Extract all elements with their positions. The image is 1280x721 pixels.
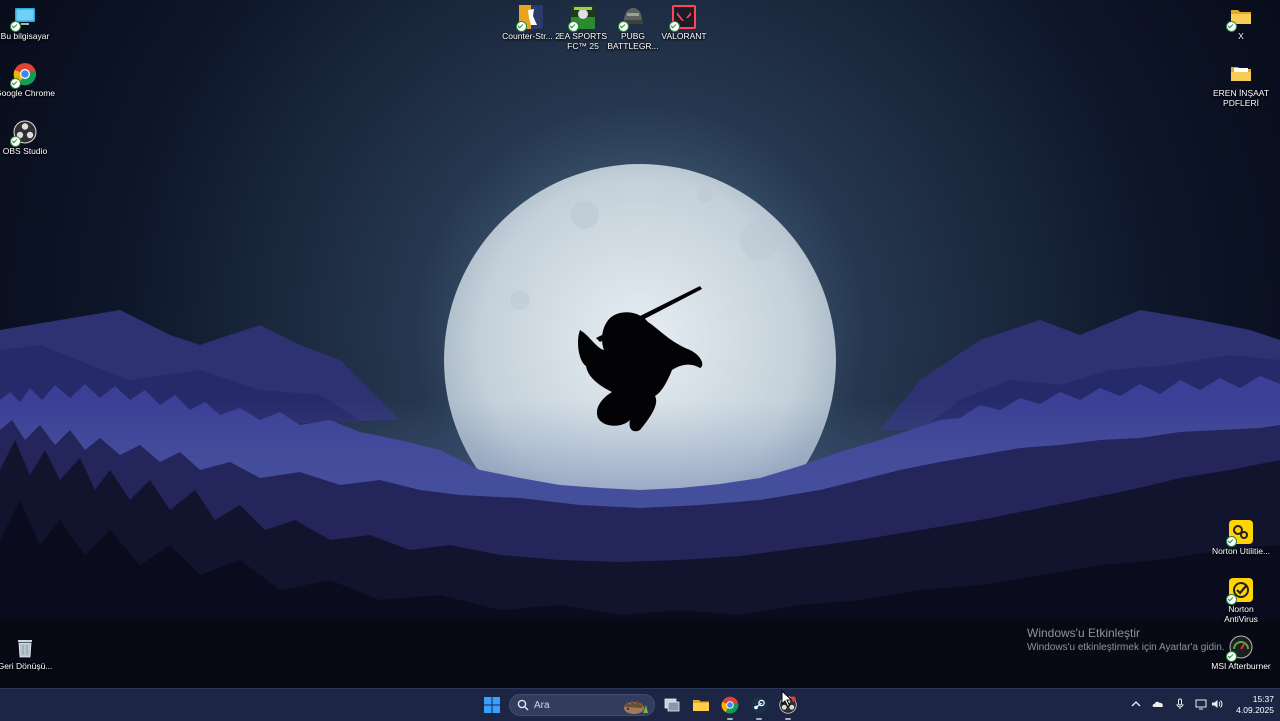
desktop-icon-obs-studio[interactable]: OBS Studio: [0, 120, 55, 156]
chrome-taskbar-button[interactable]: [718, 693, 742, 720]
desktop-icon-this-pc[interactable]: Bu bilgisayar: [0, 5, 55, 41]
desktop-icon-label: Geri Dönüşü...: [0, 661, 53, 671]
desktop-icon-recycle-bin[interactable]: Geri Dönüşü...: [0, 635, 55, 671]
file-explorer-icon: [693, 700, 709, 711]
shortcut-badge: [1226, 536, 1237, 547]
shortcut-badge: [10, 136, 21, 147]
desktop-wallpaper: [0, 0, 1280, 688]
shortcut-badge: [10, 78, 21, 89]
chrome-icon: [10, 62, 37, 89]
msi-afterburner-icon: [1226, 635, 1253, 662]
norton-antivirus-icon: [1226, 578, 1253, 605]
desktop-icon-folder-x[interactable]: X: [1211, 5, 1271, 41]
desktop-icon-label: Bu bilgisayar: [0, 31, 50, 41]
obs-icon: [10, 120, 37, 147]
onedrive-tray-button[interactable]: [1151, 697, 1165, 711]
desktop-icon-label: Norton AntiVirus: [1224, 604, 1258, 624]
volume-tray-button[interactable]: [1210, 697, 1224, 711]
desktop-icon-norton-utilities[interactable]: Norton Utilitie...: [1211, 520, 1271, 556]
shortcut-badge: [669, 21, 680, 32]
shortcut-badge: [618, 21, 629, 32]
shortcut-badge: [1226, 594, 1237, 605]
file-explorer-button[interactable]: [689, 693, 713, 717]
taskbar-search-box[interactable]: [509, 694, 655, 716]
ea-sports-fc-icon: [568, 5, 595, 32]
onedrive-icon: [1152, 701, 1163, 707]
desktop-icon-label: MSI Afterburner: [1211, 661, 1271, 671]
shortcut-badge: [568, 21, 579, 32]
shortcut-badge: [10, 21, 21, 32]
folder-icon: [1226, 5, 1253, 32]
show-hidden-icons-button[interactable]: [1129, 697, 1143, 711]
windows-activation-watermark: Windows'u Etkinleştir Windows'u etkinleş…: [1027, 626, 1225, 653]
shortcut-badge: [516, 21, 527, 32]
task-view-icon: [664, 698, 680, 712]
folder-icon: [1229, 62, 1253, 86]
start-icon: [484, 697, 500, 713]
search-highlight-hedgehog-icon: [624, 700, 648, 714]
chrome-icon: [721, 696, 739, 714]
task-view-button[interactable]: [660, 693, 684, 717]
mouse-cursor-icon: [781, 690, 793, 708]
desktop-icon-norton-antivirus[interactable]: Norton AntiVirus: [1211, 578, 1271, 624]
desktop-icon-label: VALORANT: [661, 31, 707, 41]
valorant-icon: [669, 5, 696, 32]
computer-icon: [10, 5, 37, 32]
desktop-icon-label: EREN İNŞAAT PDFLERİ: [1212, 88, 1270, 108]
norton-utilities-icon: [1226, 520, 1253, 547]
steam-icon: [751, 697, 767, 713]
desktop-icon-label: Google Chrome: [0, 88, 56, 98]
desktop-icon-label: OBS Studio: [2, 146, 48, 156]
counter-strike-icon: [516, 5, 543, 32]
pubg-icon: [618, 5, 645, 32]
activation-title: Windows'u Etkinleştir: [1027, 626, 1140, 640]
steam-taskbar-button[interactable]: [747, 693, 771, 720]
activation-subtitle: Windows'u etkinleştirmek için Ayarlar'a …: [1027, 642, 1225, 653]
desktop-icon-label: X: [1238, 31, 1244, 41]
desktop-icon-label: Counter-Str... 2: [502, 31, 560, 41]
desktop-icon-counter-strike-2[interactable]: Counter-Str... 2: [501, 5, 561, 41]
microphone-icon: [1176, 698, 1184, 709]
search-icon: [517, 699, 529, 711]
recycle-bin-icon: [13, 635, 37, 659]
desktop-icon-google-chrome[interactable]: Google Chrome: [0, 62, 55, 98]
taskbar-clock[interactable]: 15:37 4.09.2025: [1228, 694, 1274, 716]
taskbar: 15:37 4.09.2025: [0, 688, 1280, 721]
desktop-icon-label: Norton Utilitie...: [1211, 546, 1271, 556]
search-input[interactable]: [534, 698, 624, 712]
desktop-icon-valorant[interactable]: VALORANT: [654, 5, 714, 41]
network-icon: [1195, 699, 1207, 710]
shortcut-badge: [1226, 651, 1237, 662]
shortcut-badge: [1226, 21, 1237, 32]
chevron-up-icon: [1131, 701, 1141, 707]
clock-date: 4.09.2025: [1236, 705, 1274, 715]
network-tray-button[interactable]: [1194, 697, 1208, 711]
start-button[interactable]: [480, 693, 504, 717]
clock-time: 15:37: [1252, 694, 1274, 704]
desktop-icon-folder-eren-insaat[interactable]: EREN İNŞAAT PDFLERİ: [1211, 62, 1271, 108]
volume-icon: [1212, 700, 1223, 708]
microphone-tray-button[interactable]: [1173, 697, 1187, 711]
